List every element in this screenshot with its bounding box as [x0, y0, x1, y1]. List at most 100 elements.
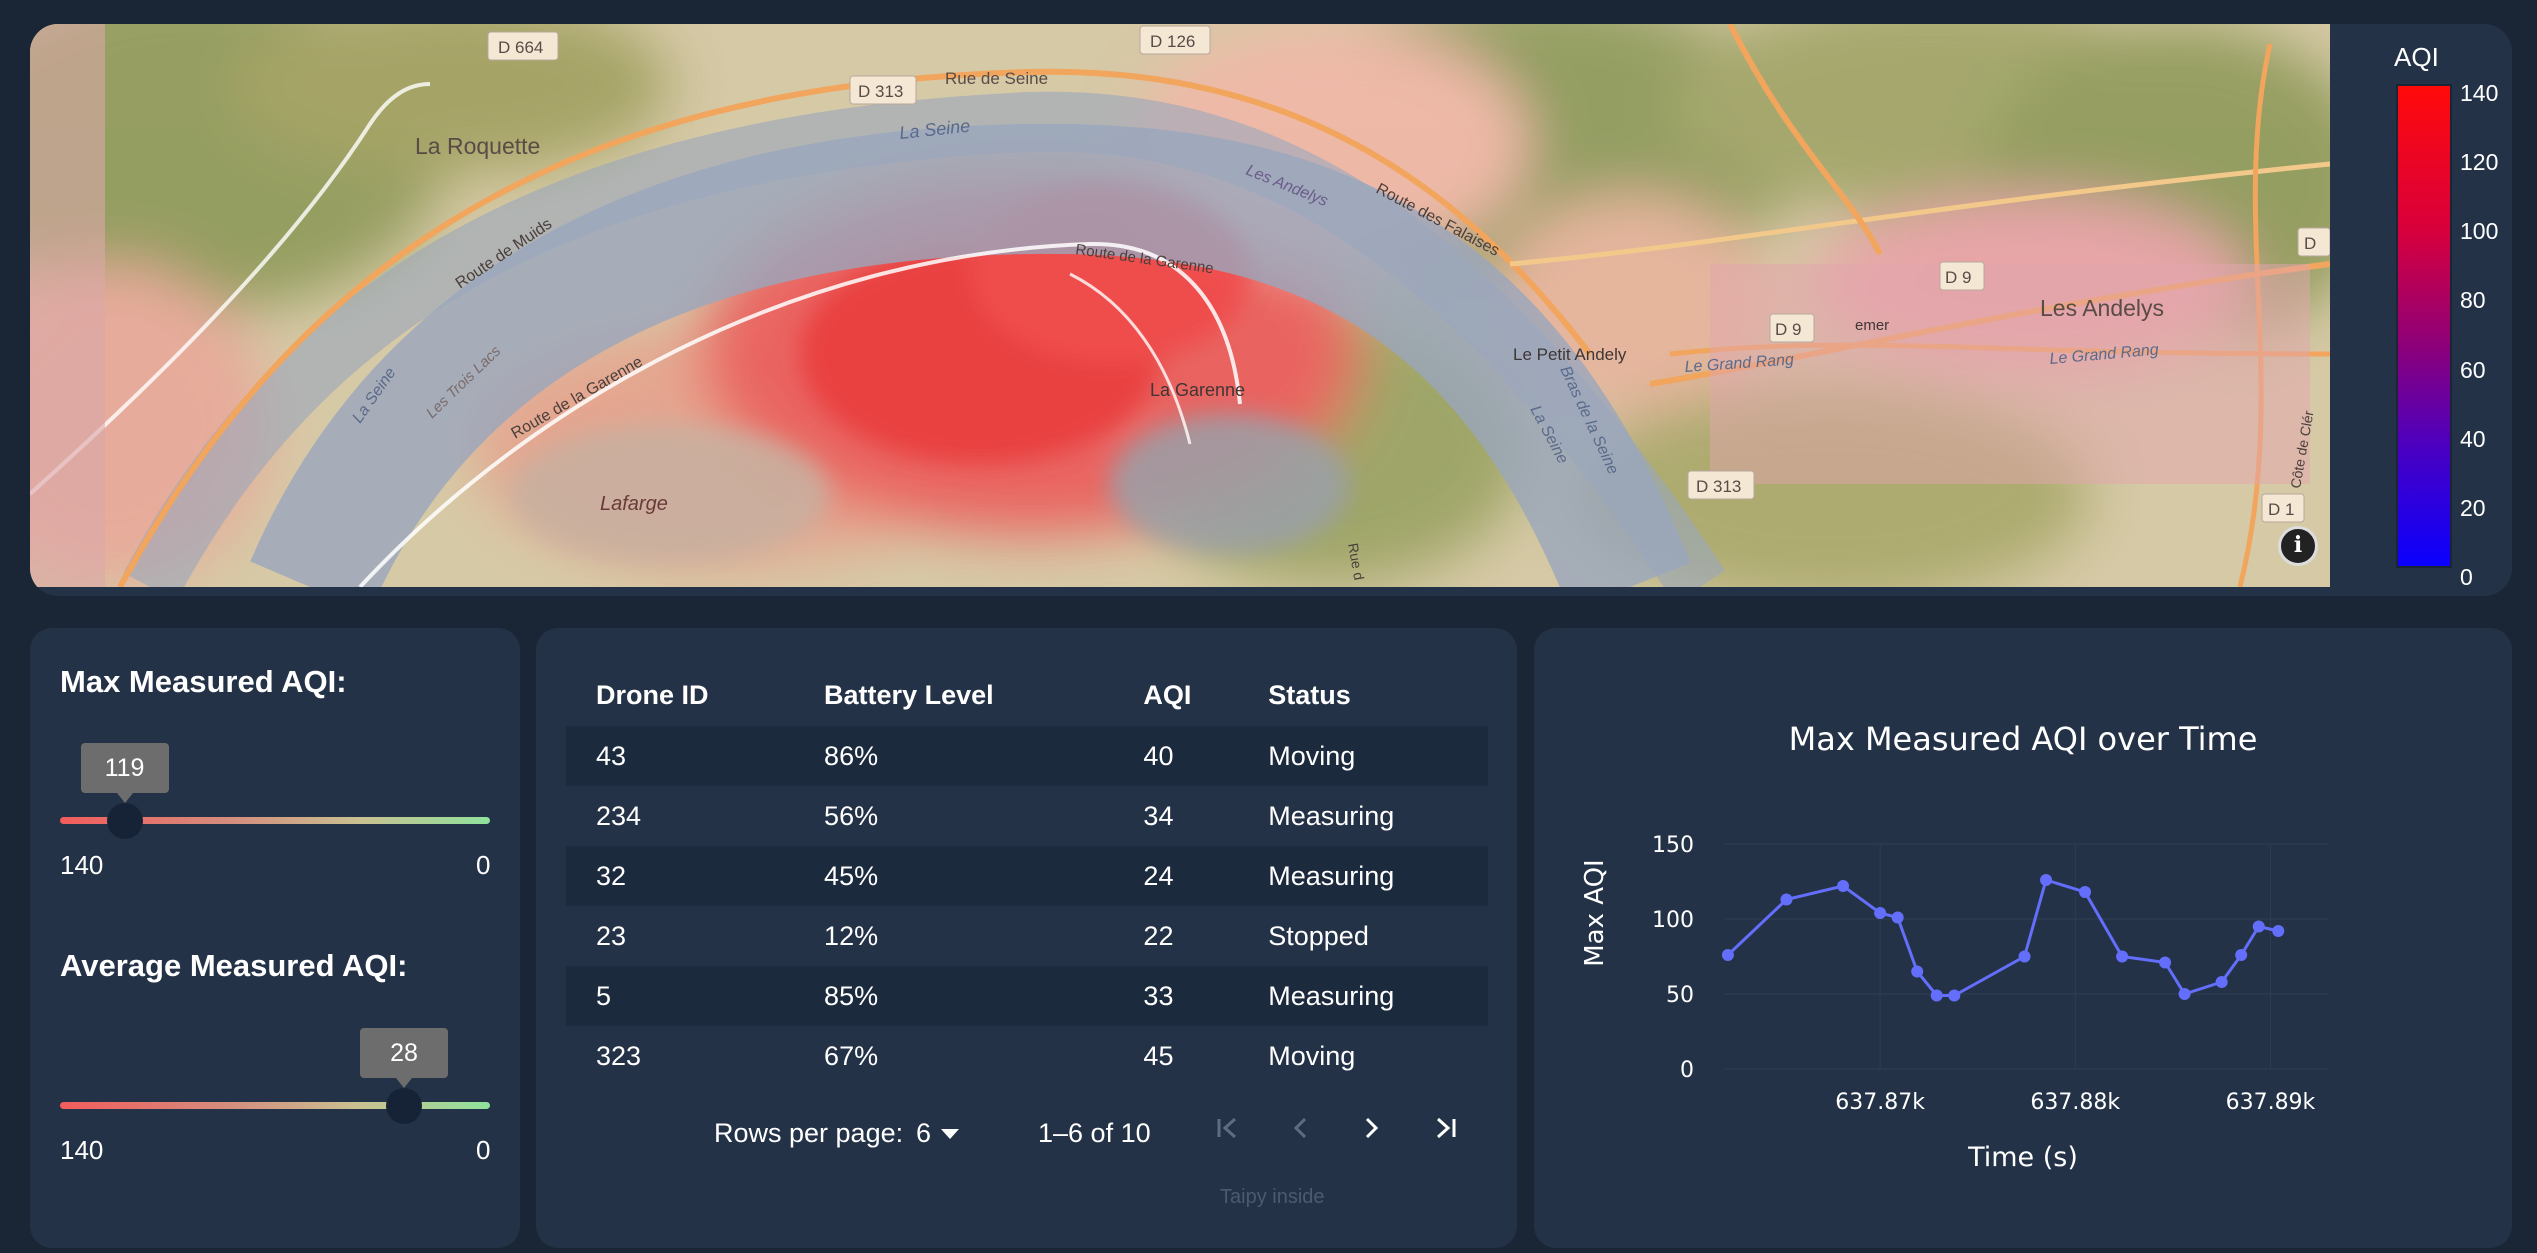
cell: 5	[596, 980, 612, 1011]
info-icon[interactable]: i	[2278, 526, 2318, 566]
data-point[interactable]	[2159, 956, 2172, 969]
y-tick-label: 0	[1680, 1058, 1694, 1083]
rows-per-page-value: 6	[916, 1118, 932, 1148]
data-point[interactable]	[2178, 988, 2191, 1000]
cell: Measuring	[1268, 800, 1395, 831]
series-points	[1721, 874, 2285, 1002]
x-axis-ticks: 637.87k 637.88k 637.89k	[1835, 1090, 2315, 1115]
rows-per-page-select[interactable]: 6	[916, 1118, 960, 1149]
data-point[interactable]	[1891, 911, 1904, 924]
cell: 43	[596, 740, 627, 771]
cell: 56%	[824, 800, 879, 831]
table-row[interactable]: 32 45% 24 Measuring	[566, 846, 1488, 906]
cell: 323	[596, 1040, 642, 1071]
max-aqi-line-chart[interactable]: Max Measured AQI over Time 0 50 100 150 637…	[1534, 628, 2512, 1248]
legend-tick: 140	[2460, 80, 2499, 106]
column-header-drone-id[interactable]: Drone ID	[566, 664, 794, 726]
data-point[interactable]	[2235, 949, 2248, 961]
cell: 34	[1143, 800, 1174, 831]
data-point[interactable]	[2018, 950, 2031, 963]
avg-aqi-thumb[interactable]	[386, 1088, 422, 1124]
y-tick-label: 100	[1652, 908, 1694, 933]
legend-title: AQI	[2394, 42, 2439, 72]
x-axis-label: Time (s)	[1967, 1142, 2078, 1173]
data-point[interactable]	[1948, 989, 1961, 1002]
table-row[interactable]: 23 12% 22 Stopped	[566, 906, 1488, 966]
next-page-icon[interactable]	[1349, 1106, 1393, 1150]
max-aqi-thumb[interactable]	[106, 803, 143, 839]
cell: 67%	[824, 1040, 879, 1071]
cell: 45%	[824, 860, 879, 891]
column-header-battery[interactable]: Battery Level	[794, 664, 1113, 726]
road-label: D 9	[1945, 268, 1971, 287]
avg-aqi-scale-max: 0	[476, 1135, 491, 1165]
map-panel: La Roquette Rue de Seine La Seine Les An…	[30, 24, 2512, 596]
aqi-chart-panel: Max Measured AQI over Time 0 50 100 150 637…	[1534, 628, 2512, 1248]
cell: 86%	[824, 740, 879, 771]
dropdown-arrow-icon	[941, 1128, 960, 1139]
cell: 33	[1143, 980, 1174, 1011]
x-tick-label: 637.88k	[2030, 1090, 2120, 1115]
legend-tick: 20	[2460, 495, 2486, 521]
legend-tick: 100	[2460, 218, 2499, 244]
data-point[interactable]	[2079, 886, 2092, 898]
column-header-status[interactable]: Status	[1238, 664, 1488, 726]
avg-aqi-title: Average Measured AQI:	[60, 948, 408, 983]
data-point[interactable]	[1874, 907, 1887, 919]
table-row[interactable]: 234 56% 34 Measuring	[566, 786, 1488, 846]
data-point[interactable]	[1911, 965, 1924, 978]
map-label: Rue de Seine	[945, 69, 1048, 88]
legend-tick: 40	[2460, 426, 2486, 452]
cell: Measuring	[1268, 980, 1395, 1011]
table-row[interactable]: 5 85% 33 Measuring	[566, 966, 1488, 1026]
data-point[interactable]	[2040, 874, 2053, 886]
legend-tick: 0	[2460, 564, 2473, 590]
x-tick-label: 637.87k	[1835, 1090, 1925, 1115]
cell: 23	[596, 920, 627, 951]
cell: Moving	[1268, 740, 1356, 771]
data-point[interactable]	[1837, 880, 1850, 892]
road-label: D 664	[498, 38, 543, 57]
rows-per-page-label: Rows per page:	[714, 1118, 904, 1148]
data-point[interactable]	[2215, 976, 2228, 988]
road-label: D 126	[1150, 32, 1195, 51]
pagination-range: 1–6 of 10	[1038, 1118, 1151, 1148]
map-label: Lafarge	[600, 493, 668, 515]
data-point[interactable]	[2252, 920, 2265, 933]
y-tick-label: 150	[1652, 833, 1694, 858]
avg-aqi-scale-min: 140	[60, 1135, 104, 1165]
road-label: D	[2304, 234, 2316, 253]
road-label: D 313	[1696, 477, 1741, 496]
first-page-icon[interactable]	[1206, 1106, 1250, 1150]
previous-page-icon[interactable]	[1279, 1106, 1323, 1150]
cell: 32	[596, 860, 627, 891]
cell: 45	[1143, 1040, 1174, 1071]
y-axis-ticks: 0 50 100 150	[1652, 833, 1694, 1083]
cell: Moving	[1268, 1040, 1356, 1071]
data-point[interactable]	[2116, 950, 2129, 963]
last-page-icon[interactable]	[1423, 1106, 1467, 1150]
road-label: D 313	[858, 82, 903, 101]
map-label: emer	[1855, 317, 1889, 334]
drone-table: Drone ID Battery Level AQI Status 43 86% 4…	[566, 664, 1488, 1086]
column-header-aqi[interactable]: AQI	[1113, 664, 1238, 726]
map-label: Les Andelys	[2040, 295, 2164, 321]
cell: 22	[1143, 920, 1174, 951]
chart-title: Max Measured AQI over Time	[1789, 720, 2258, 758]
legend-tick: 60	[2460, 357, 2486, 383]
aqi-color-legend: AQI 140 120 100 80 60 40 20 0	[2330, 24, 2512, 596]
data-point[interactable]	[1930, 989, 1943, 1002]
aqi-heatmap-map[interactable]: La Roquette Rue de Seine La Seine Les An…	[30, 24, 2330, 587]
data-point[interactable]	[1780, 893, 1793, 906]
table-row[interactable]: 323 67% 45 Moving	[566, 1026, 1488, 1086]
cell: 24	[1143, 860, 1174, 891]
data-point[interactable]	[1721, 949, 1734, 961]
map-label: La Roquette	[415, 133, 540, 159]
avg-aqi-value: 28	[360, 1028, 448, 1088]
map-label: Le Petit Andely	[1513, 345, 1627, 364]
x-tick-label: 637.89k	[2226, 1090, 2316, 1115]
table-row[interactable]: 43 86% 40 Moving	[566, 726, 1488, 786]
cell: Stopped	[1268, 920, 1369, 951]
map-label: La Garenne	[1150, 380, 1245, 400]
data-point[interactable]	[2272, 925, 2285, 937]
